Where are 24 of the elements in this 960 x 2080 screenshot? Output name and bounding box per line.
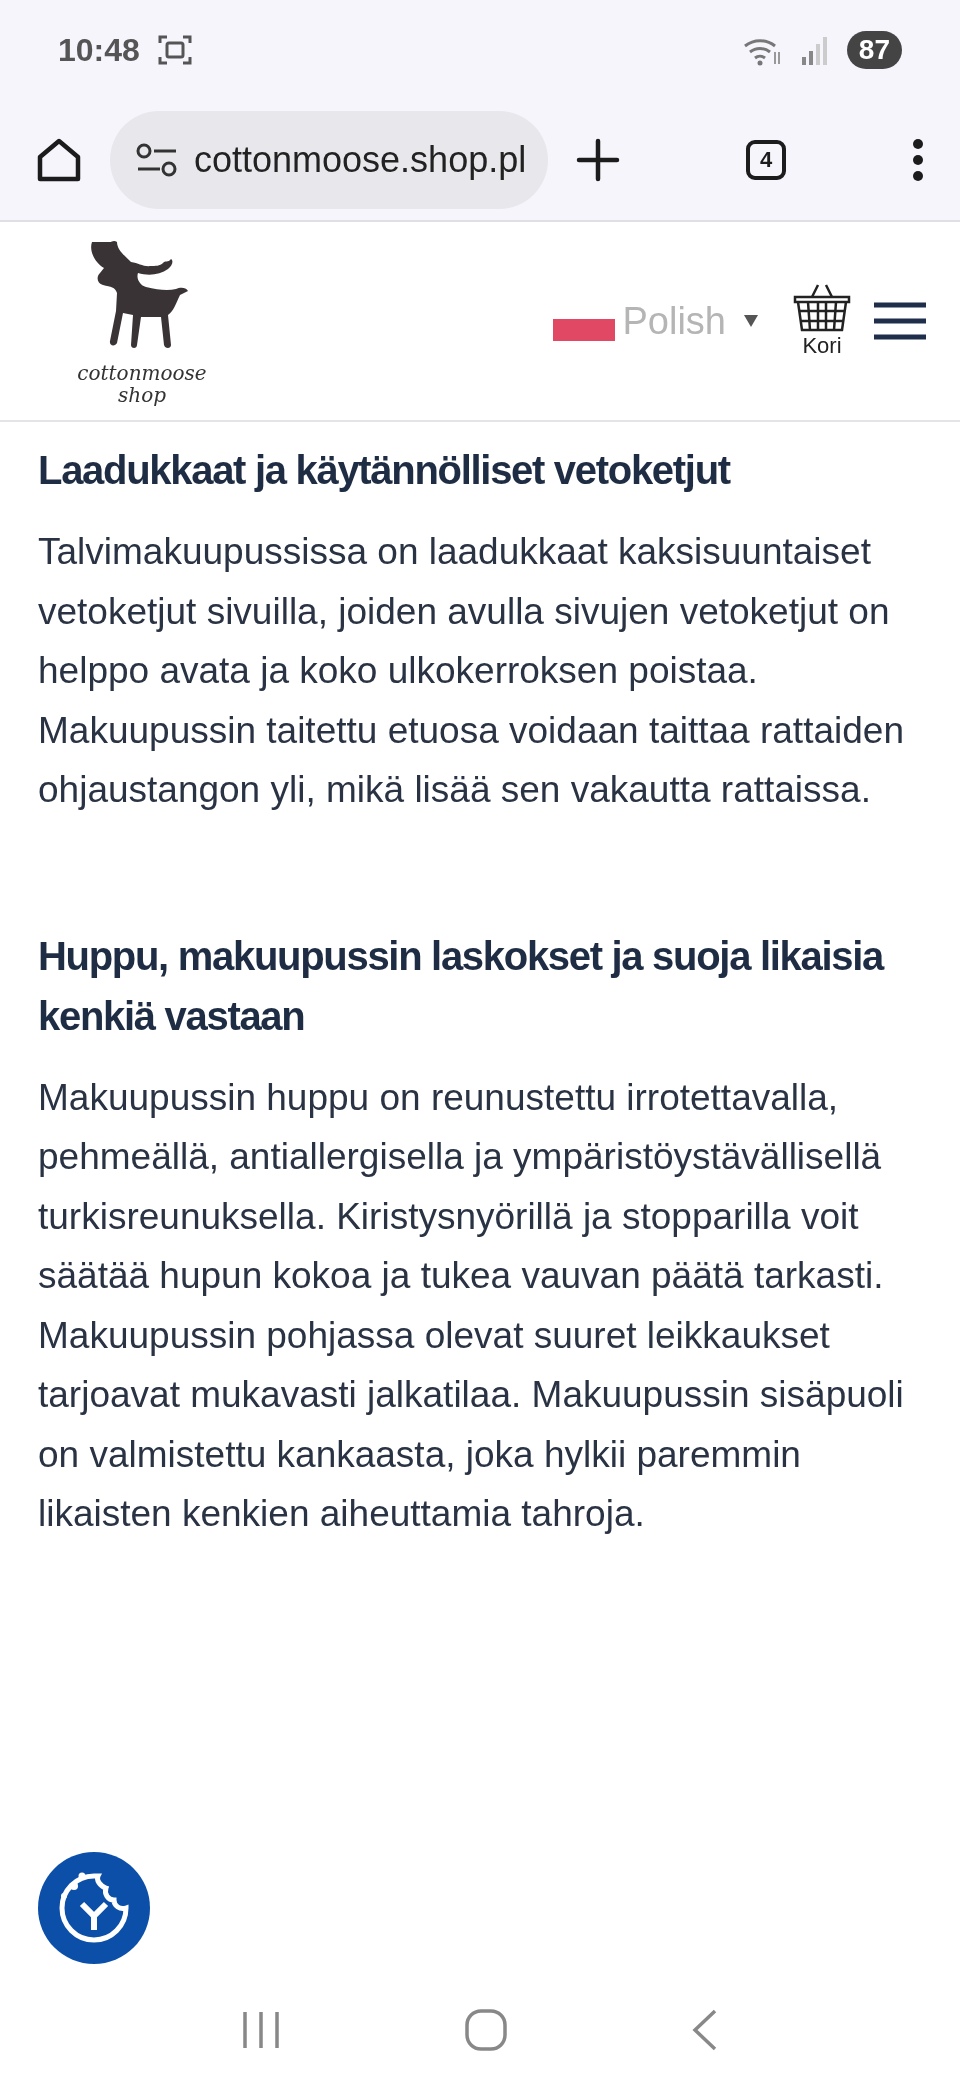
back-icon[interactable] xyxy=(691,2009,718,2051)
signal-icon xyxy=(800,35,829,65)
section-heading: Huppu, makuupussin laskokset ja suoja likaisia kenkiä vastaan xyxy=(38,932,885,1040)
new-tab-icon[interactable] xyxy=(576,138,621,182)
flag-icon xyxy=(552,319,615,341)
logo-text: cottonmoose xyxy=(77,361,207,384)
cart-button[interactable]: Kori xyxy=(792,283,852,359)
section-paragraph: Makuupussin huppu on reunustettu irrotettavalla, pehmeällä, antiallergisella ja ympäristöystävällisellä turkisreunuksella. Kiristysnyörillä ja stopparilla voit säätää hupun kokoa ja tukea vauvan päätä tarkasti. Makuupussin pohjassa olevat suuret leikkaukset tarjoavat mukavasti jalkatilaa. Makuupussin sisäpuoli on valmistettu kankaasta, joka hylkii paremmin likaisten kenkien aiheuttamia tahroja. xyxy=(38,1075,905,1536)
home-button-icon[interactable] xyxy=(465,2009,507,2051)
battery-indicator: 87 xyxy=(846,31,902,69)
tab-count-button[interactable]: 4 xyxy=(746,140,787,180)
dropdown-arrow-icon xyxy=(744,315,758,327)
menu-icon[interactable] xyxy=(912,138,924,182)
home-icon[interactable] xyxy=(36,137,82,183)
screenshot-icon xyxy=(157,34,192,66)
hamburger-menu-icon[interactable] xyxy=(874,302,926,340)
address-bar[interactable]: cottonmoose.shop.pl xyxy=(110,111,549,209)
status-time: 10:48 xyxy=(58,31,140,69)
section-heading: Laadukkaat ja käytännölliset vetoketjut xyxy=(38,447,732,494)
logo-text: shop xyxy=(118,383,166,406)
basket-icon xyxy=(792,283,852,333)
site-settings-icon[interactable] xyxy=(136,143,178,177)
section-paragraph: Talvimakuupussissa on laadukkaat kaksisuuntaiset vetoketjut sivuilla, joiden avulla sivujen vetoketjut on helppo avata ja koko ulkokerroksen poistaa. Makuupussin taitettu etuosa voidaan taittaa rattaiden ohjaustangon yli, mikä lisää sen vakautta rattaissa. xyxy=(38,530,905,812)
recent-apps-icon[interactable] xyxy=(242,2010,281,2050)
